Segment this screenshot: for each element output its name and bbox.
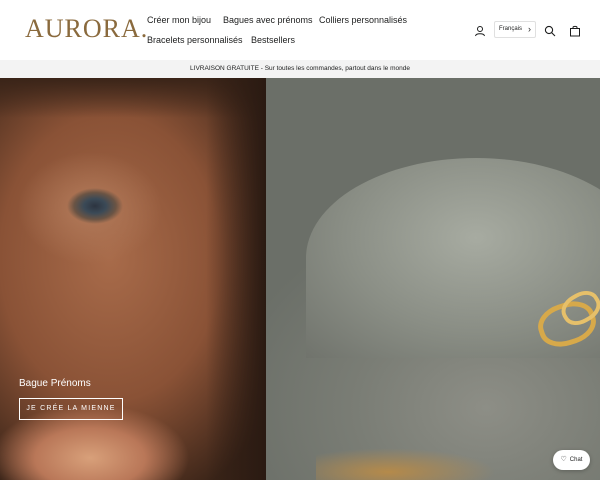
user-icon[interactable] [474,24,486,42]
hero-image-rock [266,78,600,480]
announcement-text: - Sur toutes les commandes, partout dans… [258,65,410,72]
hero-image-model: Bague Prénoms JE CRÉE LA MIENNE [0,78,266,480]
hero-cta-button[interactable]: JE CRÉE LA MIENNE [19,398,123,420]
language-select[interactable]: Français › [494,21,536,38]
heart-chat-icon: ♡ [560,456,567,463]
announcement-bar: LIVRAISON GRATUITE - Sur toutes les comm… [0,60,600,78]
site-header: AURORA. Créer mon bijou Bagues avec prén… [0,0,600,60]
chat-button[interactable]: ♡ Chat [553,450,590,470]
hero-title: Bague Prénoms [19,378,91,389]
nav-creer-mon-bijou[interactable]: Créer mon bijou [147,15,211,25]
moss-patch [316,448,496,480]
face-shadow [206,78,266,480]
nav-bagues-avec-prenoms[interactable]: Bagues avec prénoms [223,15,313,25]
chevron-right-icon: › [528,24,531,34]
language-label: Français [499,26,523,32]
nav-bracelets-personnalises[interactable]: Bracelets personnalisés [147,35,243,45]
search-icon[interactable] [544,24,556,42]
nav-bestsellers[interactable]: Bestsellers [251,35,295,45]
nav-colliers-personnalises[interactable]: Colliers personnalisés [319,15,407,25]
brand-logo[interactable]: AURORA. [25,14,148,44]
cart-icon[interactable] [569,24,581,42]
chat-label: Chat [569,457,583,463]
announcement-highlight: LIVRAISON GRATUITE [190,65,259,72]
